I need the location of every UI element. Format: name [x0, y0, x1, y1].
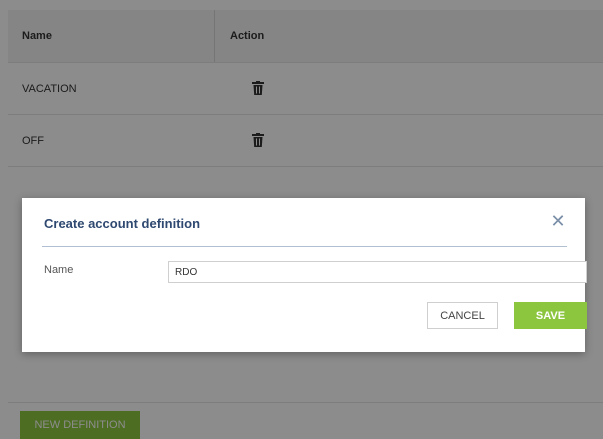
- dialog-divider: [42, 246, 567, 247]
- dialog-title: Create account definition: [44, 216, 201, 231]
- name-field-label: Name: [44, 264, 74, 276]
- close-icon[interactable]: ✕: [549, 212, 567, 230]
- create-definition-dialog: Create account definition ✕ Name CANCEL …: [22, 198, 587, 352]
- name-input[interactable]: [168, 261, 587, 283]
- cancel-button[interactable]: CANCEL: [427, 302, 498, 329]
- save-button[interactable]: SAVE: [514, 302, 587, 329]
